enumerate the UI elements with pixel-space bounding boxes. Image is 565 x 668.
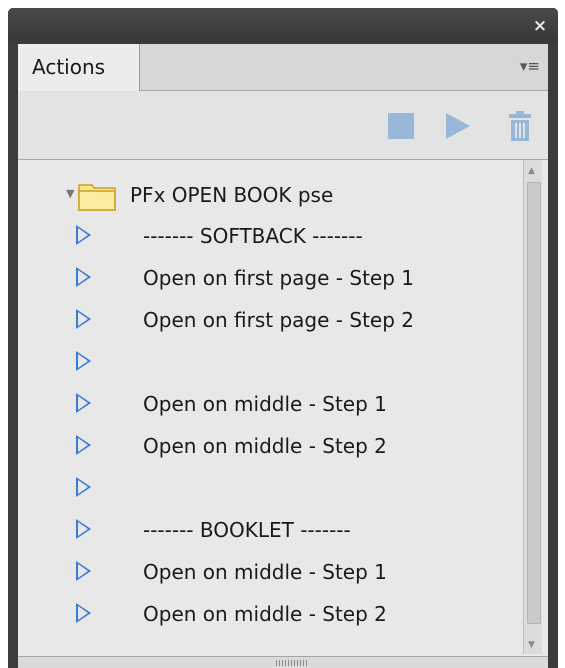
stop-icon[interactable] bbox=[388, 113, 414, 139]
scroll-down-icon[interactable]: ▼ bbox=[528, 640, 535, 650]
action-label: Open on middle - Step 2 bbox=[143, 434, 387, 458]
action-play-icon[interactable] bbox=[76, 351, 91, 371]
action-play-icon[interactable] bbox=[76, 477, 91, 497]
action-play-icon[interactable] bbox=[76, 519, 91, 539]
expand-triangle-icon[interactable]: ▼ bbox=[66, 188, 74, 200]
resize-grip-icon[interactable] bbox=[276, 660, 308, 666]
action-label: Open on middle - Step 1 bbox=[143, 560, 387, 584]
play-icon[interactable] bbox=[446, 113, 470, 139]
action-label: Open on first page - Step 2 bbox=[143, 308, 414, 332]
action-item[interactable]: Open on first page - Step 1 bbox=[18, 257, 523, 299]
panel-menu-icon[interactable]: ▾≡ bbox=[518, 58, 540, 74]
action-play-icon[interactable] bbox=[76, 225, 91, 245]
action-item[interactable]: Open on middle - Step 1 bbox=[18, 551, 523, 593]
action-item[interactable]: Open on first page - Step 2 bbox=[18, 299, 523, 341]
action-play-icon[interactable] bbox=[76, 267, 91, 287]
panel-resize-bar[interactable] bbox=[18, 656, 548, 668]
action-label: Open on middle - Step 2 bbox=[143, 602, 387, 626]
actions-panel: × Actions ▾≡ ▼ PFx OPEN BOOK pse -------… bbox=[8, 8, 558, 668]
panel-titlebar[interactable]: × bbox=[8, 8, 558, 42]
scroll-up-icon[interactable]: ▲ bbox=[528, 166, 535, 176]
action-item[interactable] bbox=[18, 467, 523, 509]
action-label: ------- SOFTBACK ------- bbox=[143, 224, 363, 248]
folder-icon bbox=[78, 184, 116, 211]
tab-actions[interactable]: Actions bbox=[18, 44, 140, 91]
actions-toolbar bbox=[18, 91, 548, 160]
action-item[interactable]: Open on middle - Step 2 bbox=[18, 593, 523, 635]
action-label: Open on middle - Step 1 bbox=[143, 392, 387, 416]
action-play-icon[interactable] bbox=[76, 603, 91, 623]
action-label: ------- BOOKLET ------- bbox=[143, 518, 351, 542]
action-set-label: PFx OPEN BOOK pse bbox=[130, 183, 334, 207]
tab-row: Actions ▾≡ bbox=[18, 44, 548, 91]
action-item[interactable]: ------- BOOKLET ------- bbox=[18, 509, 523, 551]
close-icon[interactable]: × bbox=[532, 18, 548, 35]
action-play-icon[interactable] bbox=[76, 393, 91, 413]
action-play-icon[interactable] bbox=[76, 435, 91, 455]
action-item[interactable]: Open on middle - Step 1 bbox=[18, 383, 523, 425]
action-item[interactable]: Open on middle - Step 2 bbox=[18, 425, 523, 467]
action-item[interactable]: ------- SOFTBACK ------- bbox=[18, 215, 523, 257]
action-play-icon[interactable] bbox=[76, 309, 91, 329]
action-label: Open on first page - Step 1 bbox=[143, 266, 414, 290]
trash-icon[interactable] bbox=[506, 111, 534, 141]
action-item[interactable] bbox=[18, 341, 523, 383]
vertical-scrollbar[interactable]: ▲ ▼ bbox=[523, 160, 542, 654]
action-play-icon[interactable] bbox=[76, 561, 91, 581]
action-set-row[interactable]: ▼ PFx OPEN BOOK pse bbox=[18, 174, 523, 216]
actions-list: ▼ PFx OPEN BOOK pse ------- SOFTBACK ---… bbox=[18, 160, 548, 656]
scroll-thumb[interactable] bbox=[527, 182, 541, 624]
